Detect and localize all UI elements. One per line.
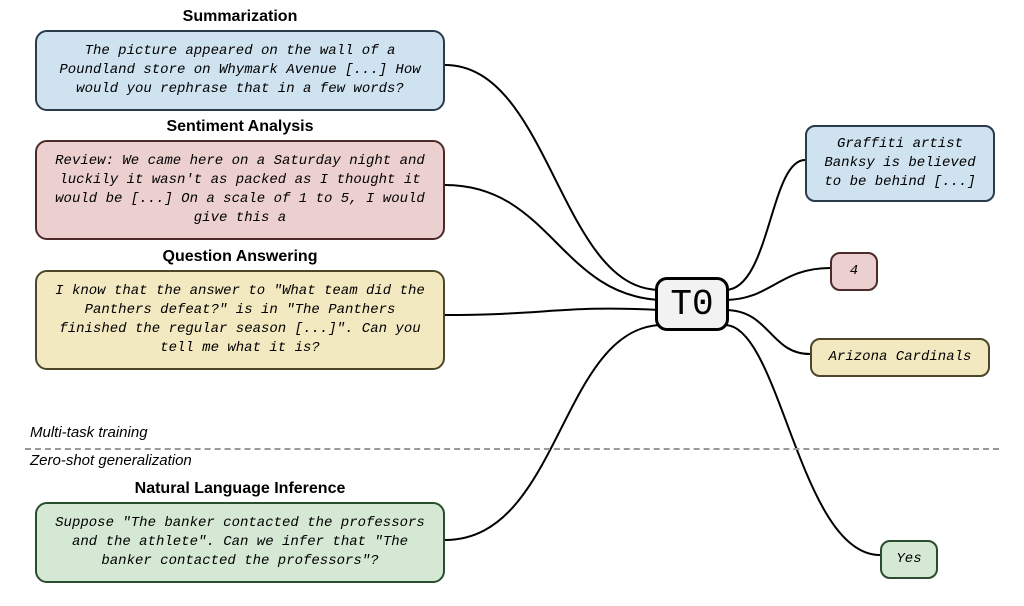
summarization-prompt-box: The picture appeared on the wall of a Po… <box>35 30 445 111</box>
sentiment-title: Sentiment Analysis <box>35 118 445 136</box>
sentiment-output-text: 4 <box>850 263 858 279</box>
nli-prompt-text: Suppose "The banker contacted the profes… <box>55 515 425 569</box>
summarization-output-box: Graffiti artist Banksy is believed to be… <box>805 125 995 202</box>
nli-output-text: Yes <box>896 551 921 567</box>
nli-output-box: Yes <box>880 540 938 579</box>
sentiment-output-box: 4 <box>830 252 878 291</box>
qa-output-box: Arizona Cardinals <box>810 338 990 377</box>
nli-prompt-box: Suppose "The banker contacted the profes… <box>35 502 445 583</box>
qa-prompt-text: I know that the answer to "What team did… <box>55 283 425 356</box>
summarization-output-text: Graffiti artist Banksy is believed to be… <box>824 136 975 190</box>
section-divider <box>25 448 999 450</box>
sentiment-prompt-text: Review: We came here on a Saturday night… <box>55 153 425 226</box>
qa-prompt-box: I know that the answer to "What team did… <box>35 270 445 370</box>
qa-output-text: Arizona Cardinals <box>829 349 972 365</box>
nli-title: Natural Language Inference <box>35 480 445 498</box>
sentiment-prompt-box: Review: We came here on a Saturday night… <box>35 140 445 240</box>
summarization-prompt-text: The picture appeared on the wall of a Po… <box>59 43 420 97</box>
model-box: T0 <box>655 277 729 331</box>
qa-title: Question Answering <box>35 248 445 266</box>
zeroshot-section-label: Zero-shot generalization <box>30 452 192 469</box>
training-section-label: Multi-task training <box>30 424 148 441</box>
model-name-text: T0 <box>670 284 713 325</box>
summarization-title: Summarization <box>35 8 445 26</box>
